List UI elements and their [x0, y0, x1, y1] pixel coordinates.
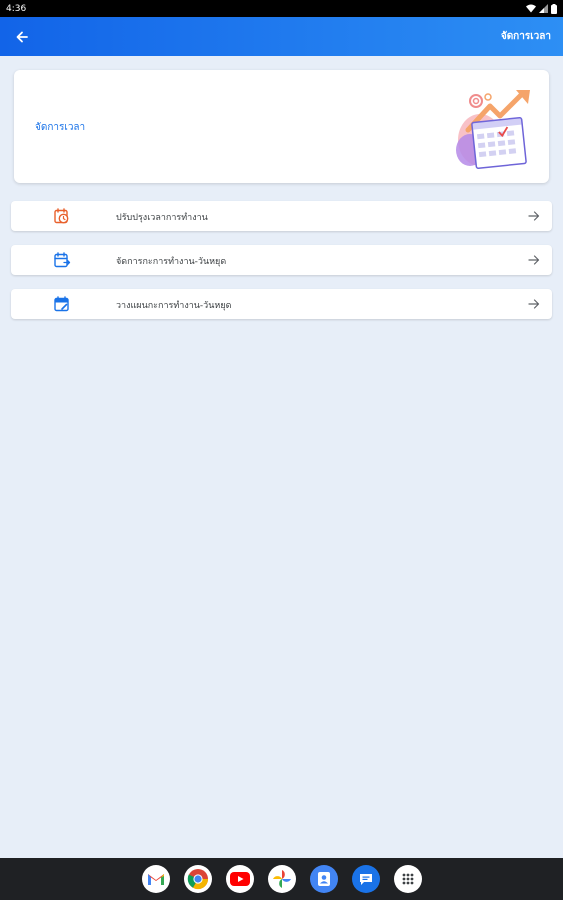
status-time: 4:36: [6, 3, 27, 14]
youtube-icon: [229, 872, 250, 886]
hero-card: จัดการเวลา: [14, 70, 549, 183]
contacts-app[interactable]: [309, 865, 338, 893]
time-management-illustration: [456, 90, 530, 170]
menu-item-plan-shifts[interactable]: วางแผนกะการทำงาน-วันหยุด: [11, 289, 552, 319]
signal-icon: [539, 4, 548, 13]
gmail-icon: [147, 874, 164, 885]
arrow-right-icon: [528, 211, 540, 221]
chrome-icon: [187, 869, 208, 890]
hero-title: จัดการเวลา: [35, 122, 86, 133]
menu-item-label: วางแผนกะการทำงาน-วันหยุด: [116, 301, 232, 311]
taskbar-dock: [0, 858, 563, 900]
arrow-right-icon: [528, 299, 540, 309]
app-drawer[interactable]: [393, 865, 422, 893]
status-icons: [526, 3, 557, 14]
messages-icon: [359, 874, 372, 885]
menu-item-manage-shifts[interactable]: จัดการกะการทำงาน-วันหยุด: [11, 245, 552, 275]
menu-item-adjust-work-time[interactable]: ปรับปรุงเวลาการทำงาน: [11, 201, 552, 231]
youtube-app[interactable]: [225, 865, 254, 893]
menu-item-label: จัดการกะการทำงาน-วันหยุด: [116, 257, 227, 267]
status-bar: 4:36: [0, 0, 563, 17]
battery-icon: [551, 3, 557, 14]
calendar-swap-icon: [54, 252, 71, 268]
menu-item-label: ปรับปรุงเวลาการทำงาน: [116, 213, 208, 223]
page-title: จัดการเวลา: [500, 31, 551, 42]
app-drawer-icon: [402, 873, 413, 885]
wifi-icon: [526, 4, 536, 13]
photos-icon: [272, 870, 291, 888]
photos-app[interactable]: [267, 865, 296, 893]
back-arrow-icon: [16, 31, 28, 42]
contacts-icon: [317, 872, 330, 886]
gmail-app[interactable]: [141, 865, 170, 893]
chrome-app[interactable]: [183, 865, 212, 893]
arrow-right-icon: [528, 255, 540, 265]
app-bar: จัดการเวลา: [0, 17, 563, 56]
messages-app[interactable]: [351, 865, 380, 893]
back-button[interactable]: [12, 27, 32, 47]
clock-calendar-icon: [54, 208, 69, 224]
calendar-edit-icon: [54, 296, 69, 312]
